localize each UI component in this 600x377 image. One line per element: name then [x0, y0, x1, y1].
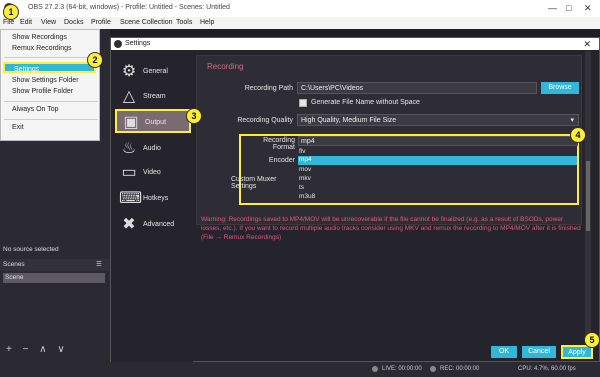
mp4-warning-text: Warning: Recordings saved to MP4/MOV wil… [201, 216, 581, 241]
menu-item-settings[interactable]: Settings [3, 62, 96, 73]
tab-label: General [143, 68, 168, 75]
step-badge-3: 3 [186, 108, 202, 124]
format-option-mp4[interactable]: mp4 [298, 156, 577, 165]
recording-format-dropdown: Recording Format mp4 Encoder Custom Muxe… [231, 134, 579, 205]
window-titlebar: OBS 27.2.3 (64-bit, windows) - Profile: … [0, 0, 600, 17]
recording-section-title: Recording [207, 62, 244, 71]
menu-item-show-recordings[interactable]: Show Recordings [12, 34, 67, 41]
format-option-mkv[interactable]: mkv [299, 175, 311, 182]
menu-help[interactable]: Help [200, 19, 214, 26]
menu-item-remux-recordings[interactable]: Remux Recordings [12, 45, 72, 52]
cpu-usage: CPU: 4.7%, 60.00 fps [518, 366, 576, 372]
tab-video[interactable]: ▭ Video [115, 161, 191, 185]
menu-item-show-profile-folder[interactable]: Show Profile Folder [12, 88, 73, 95]
menu-scene-collection[interactable]: Scene Collection [120, 19, 173, 26]
menu-item-exit[interactable]: Exit [12, 124, 24, 131]
settings-title: Settings [125, 40, 151, 47]
scenes-header: Scenes [3, 261, 25, 268]
window-title: OBS 27.2.3 (64-bit, windows) - Profile: … [28, 4, 230, 11]
tab-label: Output [145, 119, 167, 126]
tab-label: Advanced [143, 221, 175, 228]
settings-dialog: Settings ✕ ⚙ General △ Stream ▣ Output ♨… [110, 37, 600, 362]
menu-divider [4, 57, 98, 58]
browse-button[interactable]: Browse [541, 82, 579, 94]
scrollbar-thumb[interactable] [586, 161, 590, 231]
format-option-flv[interactable]: flv [299, 148, 306, 155]
recording-format-select[interactable]: mp4 [298, 136, 578, 146]
settings-sidebar: ⚙ General △ Stream ▣ Output ♨ Audio ▭ Vi… [111, 51, 193, 362]
settings-titlebar: Settings ✕ [111, 38, 599, 50]
status-bar: LIVE: 00:00:00 REC: 00:00:00 CPU: 4.7%, … [0, 362, 600, 377]
tab-label: Audio [143, 145, 161, 152]
keyboard-icon: ⌨ [119, 190, 143, 207]
file-menu-dropdown: Show Recordings Remux Recordings Setting… [0, 29, 100, 141]
ok-button[interactable]: OK [491, 346, 517, 358]
no-source-label: No source selected [3, 246, 59, 253]
custom-muxer-label: Custom Muxer Settings [231, 176, 277, 190]
format-option-ts[interactable]: ts [299, 184, 304, 191]
recording-quality-value: High Quality, Medium File Size [301, 117, 397, 124]
format-option-m3u8[interactable]: m3u8 [299, 193, 315, 200]
menu-divider [4, 101, 98, 102]
tab-advanced[interactable]: ✖ Advanced [115, 213, 191, 237]
step-badge-5: 5 [584, 332, 600, 348]
step-badge-1: 1 [3, 4, 19, 20]
menu-file[interactable]: File [3, 19, 14, 26]
tab-label: Hotkeys [143, 195, 169, 202]
generate-filename-label: Generate File Name without Space [311, 99, 420, 106]
menu-tools[interactable]: Tools [176, 19, 192, 26]
menu-item-always-on-top[interactable]: Always On Top [12, 106, 59, 113]
wrench-icon: ✖ [122, 216, 136, 233]
close-icon[interactable]: ✕ [584, 3, 592, 14]
format-option-mov[interactable]: mov [299, 166, 311, 173]
gear-icon [114, 40, 122, 48]
recording-path-field[interactable]: C:\Users\PC\Videos [297, 82, 537, 94]
maximize-icon[interactable]: □ [566, 3, 571, 13]
scene-item-label: Scene [5, 274, 24, 281]
tab-label: Video [143, 169, 161, 176]
chevron-down-icon: ▾ [570, 117, 574, 124]
scene-list-item[interactable]: Scene [3, 273, 105, 283]
tab-label: Stream [143, 93, 166, 100]
recording-quality-label: Recording Quality [237, 117, 293, 124]
tab-general[interactable]: ⚙ General [115, 60, 191, 84]
scene-controls[interactable]: + − ∧ ∨ [6, 344, 69, 355]
step-badge-2: 2 [87, 52, 103, 68]
step-badge-4: 4 [570, 127, 586, 143]
gear-icon: ⚙ [121, 63, 137, 80]
scenes-dock-header: Scenes ☰ [0, 259, 110, 271]
tab-stream[interactable]: △ Stream [115, 85, 191, 109]
menu-view[interactable]: View [41, 19, 56, 26]
menu-docks[interactable]: Docks [64, 19, 83, 26]
settings-scrollbar[interactable] [585, 51, 591, 341]
antenna-icon: △ [122, 88, 136, 105]
cancel-button[interactable]: Cancel [522, 346, 556, 358]
generate-filename-checkbox[interactable] [299, 99, 307, 107]
recording-quality-select[interactable]: High Quality, Medium File Size ▾ [297, 114, 579, 126]
dock-float-icon[interactable]: ☰ [96, 260, 102, 268]
recording-path-label: Recording Path [244, 85, 293, 92]
close-icon[interactable]: ✕ [583, 39, 591, 50]
tab-hotkeys[interactable]: ⌨ Hotkeys [115, 187, 191, 211]
rec-status-icon [430, 366, 436, 372]
tab-output[interactable]: ▣ Output [115, 109, 191, 133]
encoder-label: Encoder [268, 157, 295, 164]
minimize-icon[interactable]: — [548, 3, 557, 13]
menu-profile[interactable]: Profile [91, 19, 111, 26]
rec-timer: REC: 00:00:00 [440, 366, 480, 372]
recording-format-label: Recording Format [263, 137, 295, 151]
tab-audio[interactable]: ♨ Audio [115, 137, 191, 161]
menubar: File Edit View Docks Profile Scene Colle… [0, 17, 600, 29]
live-status-icon [372, 366, 378, 372]
menu-item-show-settings-folder[interactable]: Show Settings Folder [12, 77, 79, 84]
output-icon: ▣ [123, 114, 139, 131]
monitor-icon: ▭ [121, 164, 137, 181]
live-timer: LIVE: 00:00:00 [382, 366, 422, 372]
menu-divider [4, 119, 98, 120]
menu-edit[interactable]: Edit [20, 19, 32, 26]
speaker-icon: ♨ [121, 140, 137, 157]
